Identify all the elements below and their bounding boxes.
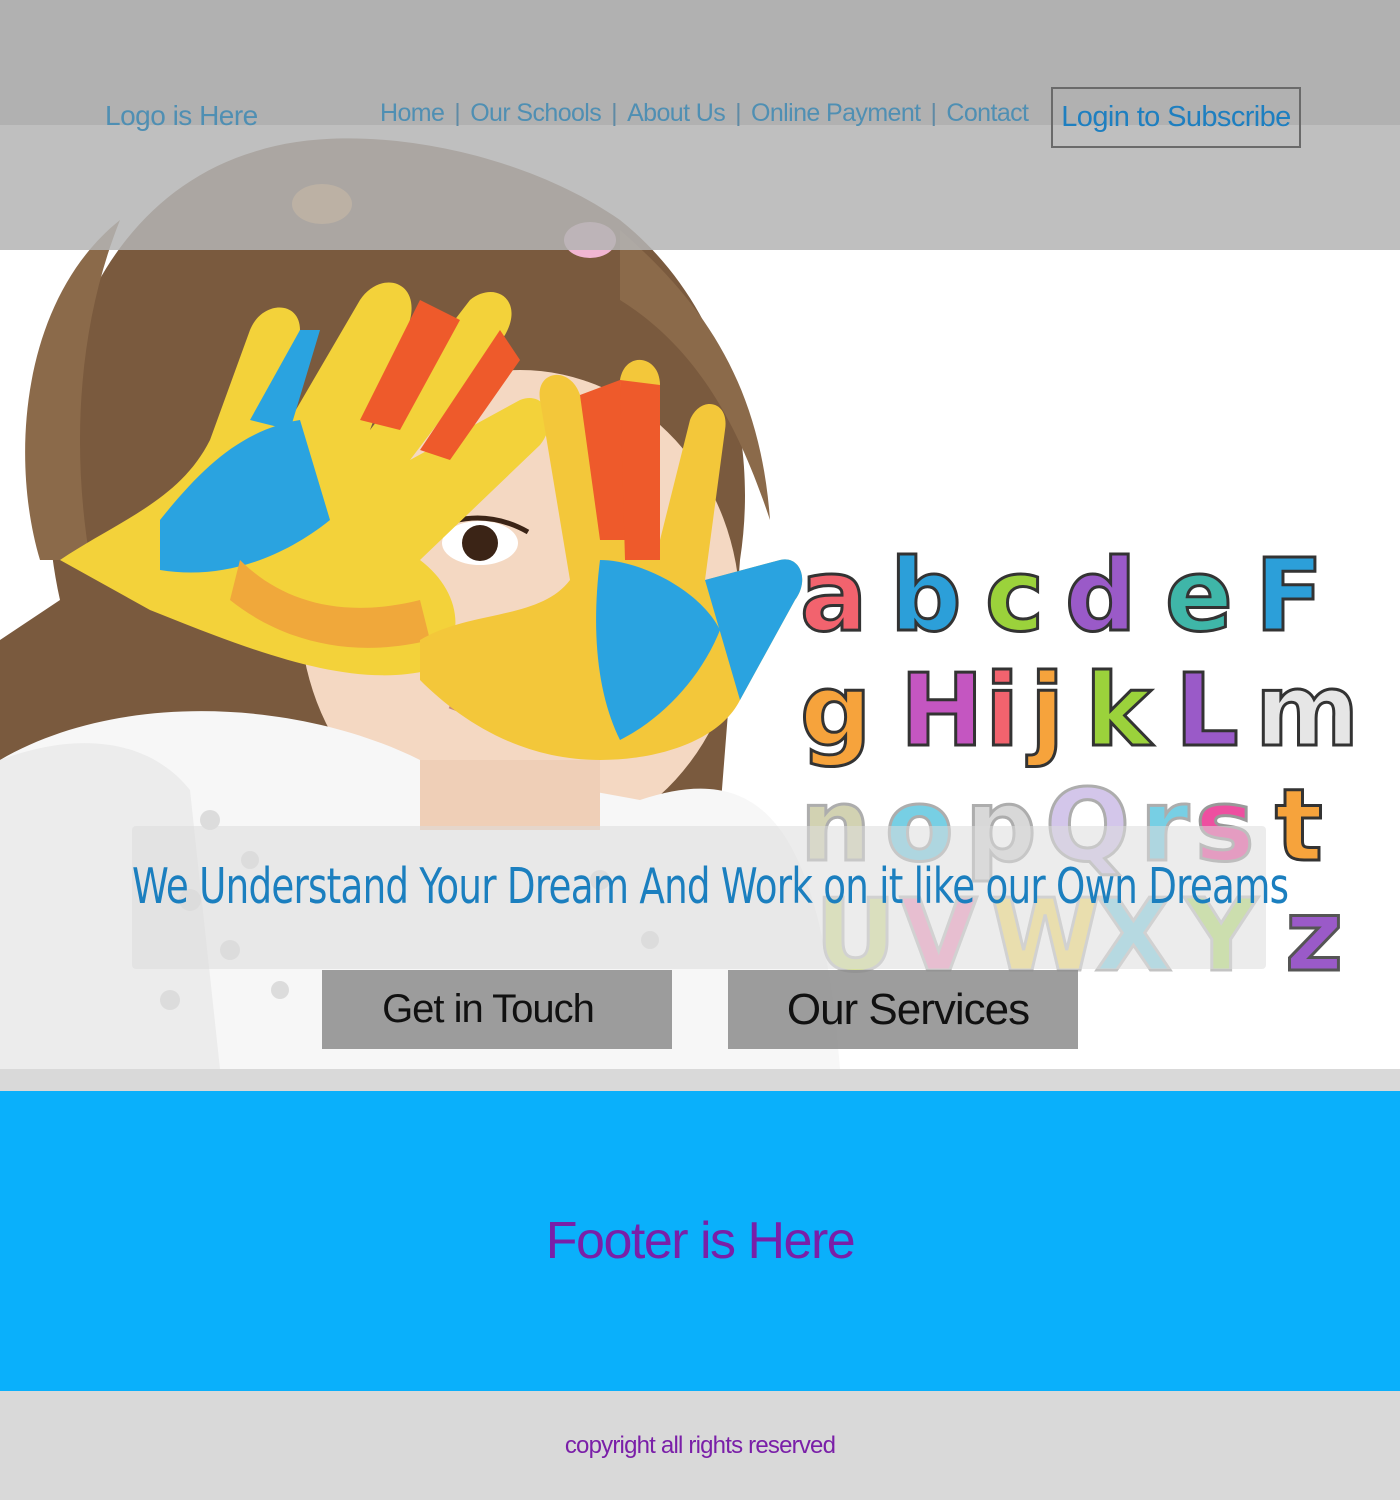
logo[interactable]: Logo is Here [105,100,258,132]
our-services-button[interactable]: Our Services [728,970,1078,1049]
copyright-bar: copyright all rights reserved [0,1391,1400,1500]
svg-text:L: L [1175,652,1239,769]
svg-text:F: F [1255,537,1323,654]
svg-text:b: b [890,537,962,654]
svg-text:g: g [800,652,872,769]
nav-separator: | [930,99,937,127]
svg-text:e: e [1165,537,1233,654]
nav-separator: | [735,99,742,127]
nav-online-payment[interactable]: Online Payment [751,99,921,128]
footer-title: Footer is Here [545,1212,856,1270]
svg-text:c: c [985,537,1044,654]
svg-text:z: z [1285,877,1343,994]
nav-about-us[interactable]: About Us [627,99,726,128]
svg-text:d: d [1065,537,1137,654]
get-in-touch-button[interactable]: Get in Touch [322,970,672,1049]
hero-tagline: We Understand Your Dream And Work on it … [132,858,1289,915]
nav-our-schools[interactable]: Our Schools [470,99,602,128]
copyright-text: copyright all rights reserved [564,1431,836,1459]
svg-text:j: j [1026,652,1064,769]
main-nav: Home | Our Schools | About Us | Online P… [380,99,1029,128]
footer: Footer is Here [0,1091,1400,1391]
svg-text:H: H [900,652,984,769]
svg-text:a: a [800,537,867,654]
nav-contact[interactable]: Contact [946,99,1029,128]
nav-separator: | [454,99,461,127]
svg-text:m: m [1255,652,1359,769]
nav-home[interactable]: Home [380,99,445,128]
svg-text:k: k [1085,652,1154,769]
login-subscribe-button[interactable]: Login to Subscribe [1051,87,1301,148]
nav-separator: | [611,99,618,127]
section-divider [0,1069,1400,1091]
svg-text:i: i [985,652,1019,769]
